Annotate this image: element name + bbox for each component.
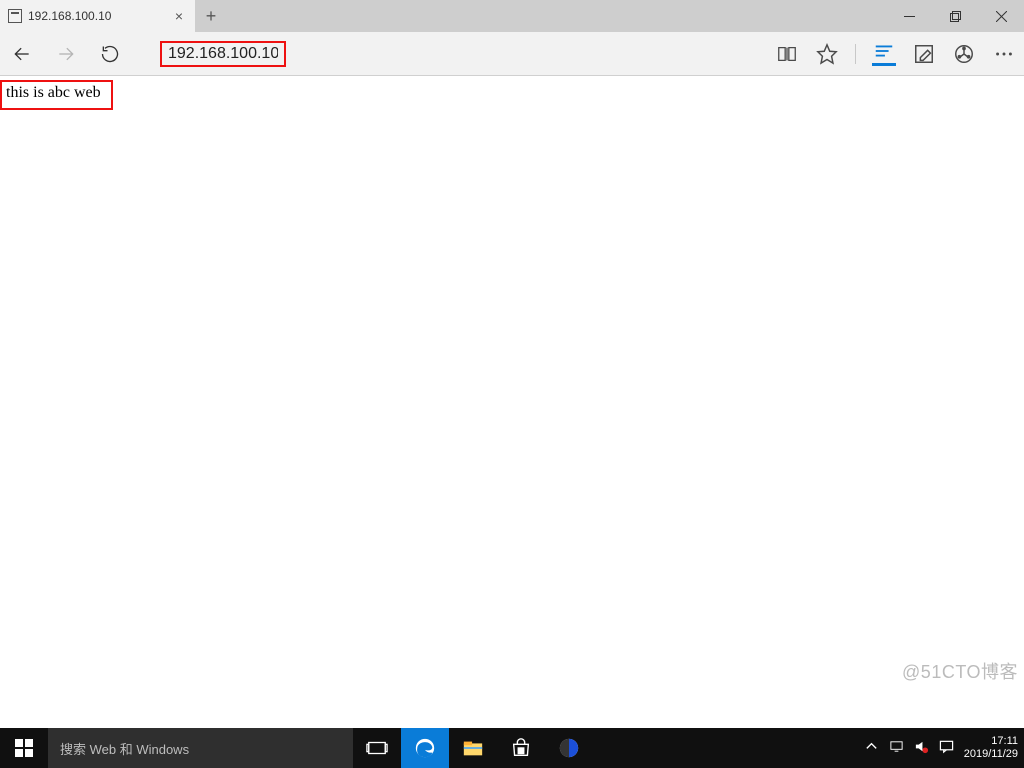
task-view-icon[interactable] bbox=[353, 728, 401, 768]
maximize-button[interactable] bbox=[932, 0, 978, 32]
tab-strip: 192.168.100.10 × + bbox=[0, 0, 1024, 32]
taskbar: 搜索 Web 和 Windows 17:11 bbox=[0, 728, 1024, 768]
system-tray: 17:11 2019/11/29 bbox=[858, 728, 1024, 768]
back-button[interactable] bbox=[8, 40, 36, 68]
browser-tab[interactable]: 192.168.100.10 × bbox=[0, 0, 195, 32]
new-tab-button[interactable]: + bbox=[195, 0, 227, 32]
tray-chevron-up-icon[interactable] bbox=[864, 739, 879, 757]
more-icon[interactable] bbox=[992, 42, 1016, 66]
tab-title: 192.168.100.10 bbox=[28, 9, 111, 23]
share-icon[interactable] bbox=[952, 42, 976, 66]
taskbar-search-placeholder: 搜索 Web 和 Windows bbox=[60, 739, 189, 758]
clock-date: 2019/11/29 bbox=[964, 748, 1018, 761]
watermark: @51CTO博客 bbox=[902, 658, 1018, 684]
web-note-icon[interactable] bbox=[912, 42, 936, 66]
forward-button[interactable] bbox=[52, 40, 80, 68]
tray-volume-icon[interactable] bbox=[914, 739, 929, 757]
page-icon bbox=[8, 9, 22, 23]
close-window-button[interactable] bbox=[978, 0, 1024, 32]
tray-notifications-icon[interactable] bbox=[939, 739, 954, 757]
reading-view-icon[interactable] bbox=[775, 42, 799, 66]
hub-icon[interactable] bbox=[872, 42, 896, 66]
page-viewport: this is abc web @51CTO博客 bbox=[0, 76, 1024, 728]
address-bar-highlight bbox=[160, 41, 286, 67]
window-controls bbox=[886, 0, 1024, 32]
refresh-button[interactable] bbox=[96, 40, 124, 68]
tray-network-icon[interactable] bbox=[889, 739, 904, 757]
favorite-star-icon[interactable] bbox=[815, 42, 839, 66]
browser-toolbar bbox=[0, 32, 1024, 76]
close-tab-icon[interactable]: × bbox=[171, 8, 187, 24]
app-icon[interactable] bbox=[545, 728, 593, 768]
file-explorer-icon[interactable] bbox=[449, 728, 497, 768]
page-body-text: this is abc web bbox=[0, 80, 113, 110]
store-icon[interactable] bbox=[497, 728, 545, 768]
toolbar-actions bbox=[775, 42, 1016, 66]
taskbar-apps bbox=[353, 728, 593, 768]
taskbar-clock[interactable]: 17:11 2019/11/29 bbox=[964, 735, 1018, 760]
minimize-button[interactable] bbox=[886, 0, 932, 32]
toolbar-separator bbox=[855, 44, 856, 64]
address-bar[interactable] bbox=[168, 45, 278, 63]
edge-browser-icon[interactable] bbox=[401, 728, 449, 768]
clock-time: 17:11 bbox=[964, 735, 1018, 748]
taskbar-search[interactable]: 搜索 Web 和 Windows bbox=[48, 728, 353, 768]
start-button[interactable] bbox=[0, 728, 48, 768]
